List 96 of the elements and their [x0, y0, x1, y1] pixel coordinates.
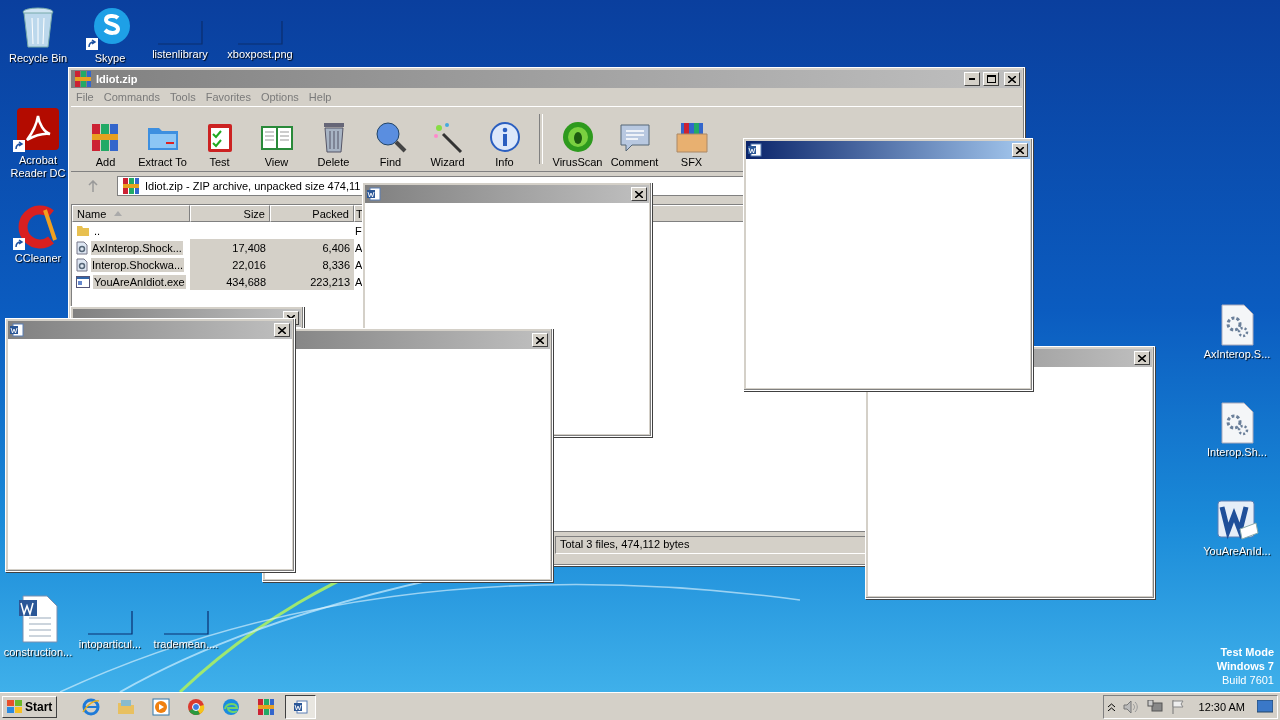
toolbar-button[interactable]: Comment — [606, 120, 663, 168]
desktop-icon-label[interactable]: Interop.Sh... — [1207, 446, 1267, 459]
column-header[interactable]: Name — [72, 205, 190, 222]
info-icon — [487, 120, 522, 154]
toolbar-button[interactable]: Extract To — [134, 120, 191, 168]
word-icon — [367, 187, 381, 201]
chevron-up-icon — [1107, 702, 1115, 711]
desktop-icon-label[interactable]: xboxpost.png — [227, 48, 293, 61]
speaker-icon[interactable] — [1122, 699, 1139, 714]
gear-file-icon — [76, 257, 88, 272]
address-text: Idiot.zip - ZIP archive, unpacked size 474,11 — [145, 180, 361, 192]
bug-icon — [560, 120, 595, 154]
browser-e-icon — [80, 696, 101, 717]
blank-file-icon — [157, 20, 203, 46]
size-cell: 17,408 — [190, 239, 270, 256]
toolbar-button[interactable]: Info — [476, 120, 533, 168]
toolbar-button[interactable]: Find — [362, 120, 419, 168]
size-cell: 22,016 — [190, 256, 270, 273]
toolbar-button[interactable]: Wizard — [419, 120, 476, 168]
magnifier-icon — [373, 120, 408, 154]
close-icon — [635, 190, 643, 198]
table-cell-text: F — [354, 223, 363, 239]
box-icon — [674, 120, 709, 154]
network-icon[interactable] — [1146, 699, 1163, 714]
close-button[interactable] — [1134, 351, 1150, 365]
packed-cell: 8,336 — [270, 256, 354, 273]
windows-logo-icon — [7, 699, 23, 714]
books-icon — [255, 696, 276, 717]
table-cell-text: A — [354, 274, 364, 290]
chrome-icon — [185, 696, 206, 717]
close-button[interactable] — [1012, 143, 1028, 157]
desktop-icon-label[interactable]: CCleaner — [14, 252, 62, 265]
blank-file-icon — [87, 610, 133, 636]
toolbar-button[interactable]: Delete — [305, 120, 362, 168]
table-cell-text: A — [354, 257, 364, 273]
window-title: Idiot.zip — [96, 73, 139, 85]
books-icon — [73, 69, 93, 89]
word-icon — [748, 143, 762, 157]
desktop-icon-label[interactable]: Recycle Bin — [8, 52, 68, 65]
media-player-icon — [150, 696, 171, 717]
toolbar-button[interactable]: VirusScan — [549, 120, 606, 168]
size-cell: 434,688 — [190, 273, 270, 290]
taskbar-button[interactable] — [285, 694, 317, 719]
show-desktop-icon[interactable] — [1257, 699, 1273, 714]
close-button[interactable] — [274, 323, 290, 337]
blank-file-icon — [237, 20, 283, 46]
toolbar-button[interactable]: Add — [77, 120, 134, 168]
word-icon — [293, 699, 308, 714]
packed-cell: 223,213 — [270, 273, 354, 290]
close-button[interactable] — [532, 333, 548, 347]
close-button[interactable] — [631, 187, 647, 201]
flag-icon[interactable] — [1170, 699, 1185, 714]
file-name[interactable]: .. — [93, 223, 102, 238]
gear-file-icon — [76, 240, 88, 255]
program-icon — [76, 275, 90, 288]
pdf-icon — [15, 106, 61, 152]
test-mode-text: Windows 7 — [1216, 659, 1274, 673]
desktop-icon-label[interactable]: AxInterop.S... — [1203, 348, 1271, 361]
close-icon — [536, 336, 544, 344]
close-icon — [278, 326, 286, 334]
gear-file-icon — [1220, 402, 1254, 444]
minimize-icon — [969, 78, 975, 80]
close-icon — [1138, 354, 1146, 362]
folder-icon — [76, 224, 90, 237]
recycle-bin-icon — [20, 6, 56, 50]
desktop-icon-label[interactable]: Skype — [94, 52, 126, 65]
gear-file-icon — [1220, 304, 1254, 346]
maximize-icon — [986, 75, 996, 83]
close-icon — [1016, 146, 1024, 154]
file-name[interactable]: Interop.Shockwa... — [91, 257, 185, 272]
table-cell-text: A — [354, 240, 364, 256]
word-document-icon — [1214, 497, 1260, 543]
file-name[interactable]: AxInterop.Shock... — [91, 240, 183, 255]
test-mode-text: Test Mode — [1220, 645, 1274, 659]
toolbar-button[interactable]: Test — [191, 120, 248, 168]
column-header[interactable]: Size — [190, 205, 270, 222]
close-button[interactable] — [1004, 72, 1020, 86]
close-icon — [1008, 75, 1016, 83]
desktop-icon-label[interactable]: Acrobat Reader DC — [10, 154, 66, 180]
toolbar-button[interactable]: SFX — [663, 120, 720, 168]
toolbar-button[interactable]: View — [248, 120, 305, 168]
start-button[interactable]: Start — [2, 695, 58, 718]
file-name[interactable]: YouAreAnIdiot.exe — [93, 274, 186, 289]
clock[interactable]: 12:30 AM — [1198, 700, 1245, 713]
edge-icon — [220, 696, 241, 717]
minimize-button[interactable] — [964, 72, 980, 86]
test-mode-text: Build 7601 — [1222, 673, 1274, 687]
maximize-button[interactable] — [983, 72, 999, 86]
blank-file-icon — [163, 610, 209, 636]
packed-cell: 6,406 — [270, 239, 354, 256]
sort-arrow-icon — [114, 211, 123, 216]
desktop-icon-label[interactable]: listenlibrary — [152, 48, 208, 61]
column-header[interactable]: Packed — [270, 205, 354, 222]
books-icon — [121, 176, 141, 196]
up-arrow-icon — [88, 180, 98, 192]
word-icon — [10, 323, 24, 337]
